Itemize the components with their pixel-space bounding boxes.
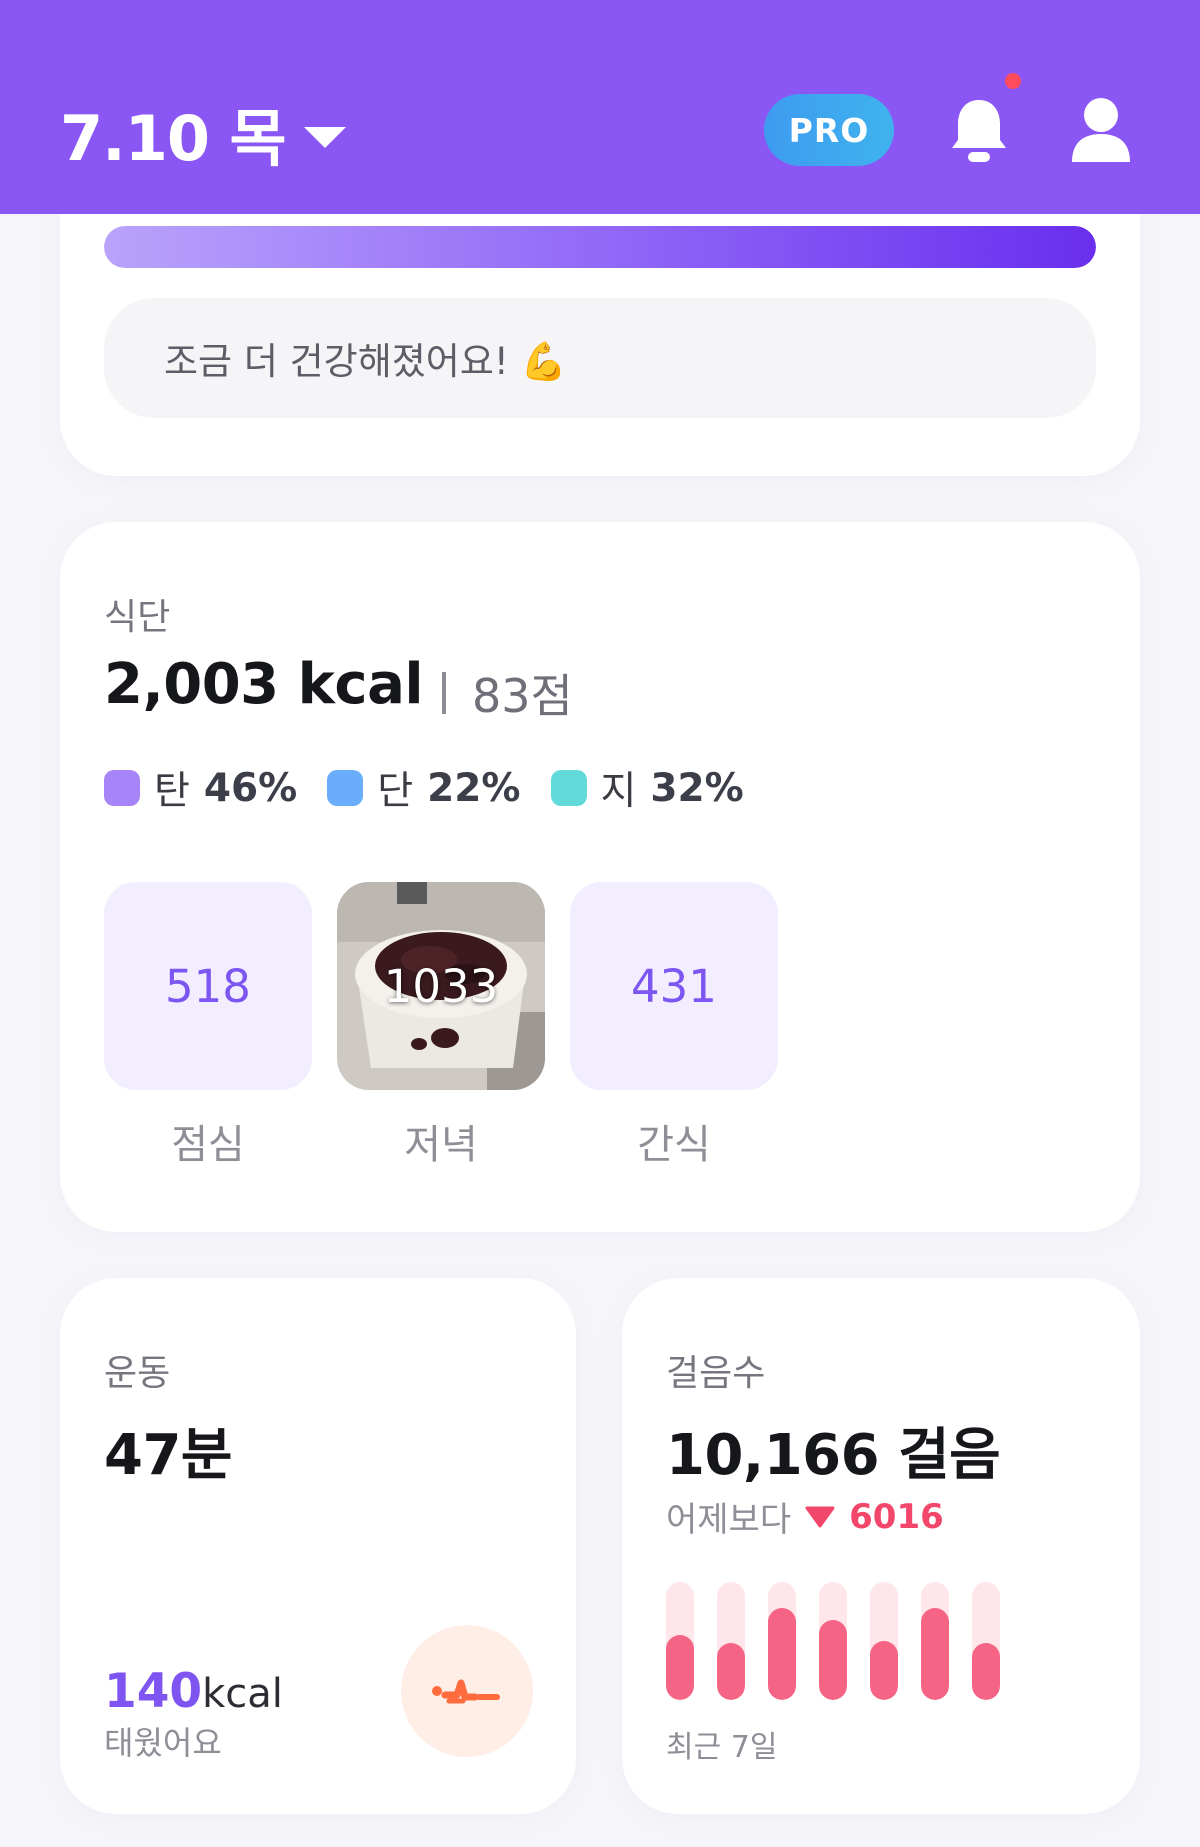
divider — [442, 672, 446, 714]
user-icon[interactable] — [1070, 96, 1132, 164]
date-label: 7.10 목 — [60, 102, 287, 175]
macro-name: 탄 — [154, 769, 190, 814]
macro-protein: 단 22% — [327, 760, 521, 816]
steps-value: 10,166 걸음 — [666, 1423, 1001, 1488]
macro-pct: 22% — [427, 765, 521, 811]
diet-score-value: 83점 — [472, 669, 573, 723]
triangle-down-icon — [805, 1506, 835, 1527]
recent-days-label: 최근 7일 — [666, 1730, 778, 1765]
compare-label: 어제보다 — [666, 1500, 792, 1540]
summary-message: 조금 더 건강해졌어요! 💪 — [104, 298, 1096, 418]
bell-icon[interactable] — [948, 96, 1010, 166]
health-progress-bar — [104, 226, 1096, 268]
macro-name: 단 — [377, 769, 414, 814]
top-header: 7.10 목 PRO — [0, 0, 1200, 214]
meal-kcal: 431 — [631, 959, 717, 1013]
macro-carbs: 탄 46% — [104, 760, 297, 816]
carbs-color-swatch — [104, 770, 140, 806]
meal-label-snack: 간식 — [637, 1122, 711, 1168]
diet-label: 식단 — [104, 597, 171, 638]
steps-label: 걸음수 — [666, 1353, 766, 1394]
diet-kcal: 2,003 kcal — [104, 652, 424, 717]
health-progress-fill — [104, 226, 1096, 268]
exercise-label: 운동 — [104, 1353, 171, 1394]
date-selector[interactable]: 7.10 목 — [60, 88, 346, 178]
macro-pct: 46% — [203, 765, 298, 811]
macro-name: 지 — [600, 769, 637, 814]
meal-tile-snack[interactable]: 431 — [570, 882, 778, 1090]
meal-tile-dinner[interactable]: 1033 — [337, 882, 545, 1090]
burned-kcal-value: 140 — [104, 1664, 203, 1719]
exercise-icon-circle — [401, 1625, 533, 1757]
day-bar-fill — [819, 1620, 847, 1700]
day-bar-track — [768, 1582, 796, 1700]
macro-legend: 탄 46% 단 22% 지 32% — [104, 760, 754, 816]
weekly-steps-bars — [666, 1582, 1006, 1700]
meal-label-dinner: 저녁 — [404, 1122, 478, 1168]
person-exercise-icon — [432, 1679, 500, 1704]
burned-kcal: 140 kcal — [104, 1664, 283, 1719]
day-bar-fill — [717, 1643, 745, 1700]
meal-kcal: 518 — [165, 959, 251, 1013]
day-bar-track — [921, 1582, 949, 1700]
protein-color-swatch — [327, 770, 364, 806]
day-bar-track — [666, 1582, 694, 1700]
compare-value: 6016 — [849, 1496, 944, 1537]
notification-dot — [1005, 73, 1021, 89]
burned-kcal-unit: kcal — [202, 1671, 283, 1717]
day-bar-fill — [870, 1641, 898, 1700]
exercise-minutes: 47분 — [104, 1423, 232, 1488]
diet-score: 83점 — [442, 660, 573, 726]
macro-pct: 32% — [650, 765, 744, 811]
day-bar-track — [819, 1582, 847, 1700]
burned-label: 태웠어요 — [104, 1724, 222, 1762]
day-bar-fill — [972, 1643, 1000, 1700]
meal-tile-lunch[interactable]: 518 — [104, 882, 312, 1090]
pro-button[interactable]: PRO — [764, 94, 894, 166]
chevron-down-icon — [303, 126, 346, 148]
day-bar-track — [717, 1582, 745, 1700]
meal-kcal: 1033 — [383, 959, 499, 1013]
meal-label-lunch: 점심 — [171, 1122, 245, 1168]
day-bar-track — [870, 1582, 898, 1700]
day-bar-fill — [921, 1608, 949, 1700]
macro-fat: 지 32% — [550, 760, 744, 816]
day-bar-fill — [666, 1635, 694, 1700]
day-bar-track — [972, 1582, 1000, 1700]
fat-color-swatch — [550, 770, 587, 806]
steps-compare: 어제보다 6016 — [666, 1492, 944, 1541]
day-bar-fill — [768, 1608, 796, 1700]
